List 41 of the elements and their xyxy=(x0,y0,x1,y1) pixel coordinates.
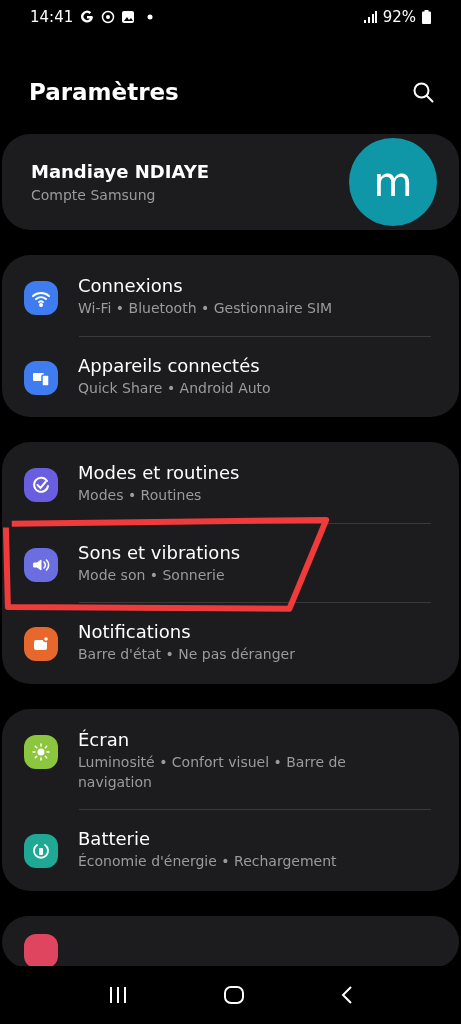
google-icon xyxy=(79,9,96,25)
recents-icon[interactable] xyxy=(107,986,128,1004)
check-circle-icon xyxy=(31,475,51,496)
search-icon[interactable] xyxy=(411,80,435,104)
item-subtitle: Wi-Fi • Bluetooth • Gestionnaire SIM xyxy=(78,299,334,318)
settings-item[interactable]: Connexions Wi-Fi • Bluetooth • Gestionnaire SIM xyxy=(2,257,459,336)
account-subtitle: Compte Samsung xyxy=(31,187,157,203)
sun-icon xyxy=(31,741,51,762)
item-subtitle: Barre d'état • Ne pas déranger xyxy=(78,645,296,665)
item-title: Notifications xyxy=(78,621,192,643)
settings-item[interactable]: Batterie Économie d'énergie • Rechargement xyxy=(2,810,459,889)
settings-item[interactable]: Appareils connectés Quick Share • Android Auto xyxy=(2,336,459,416)
item-title: Sons et vibrations xyxy=(78,541,242,563)
item-subtitle: Mode son • Sonnerie xyxy=(78,565,226,585)
page-title: Paramètres xyxy=(29,79,180,105)
item-subtitle: Modes • Routines xyxy=(78,486,203,506)
battery-icon xyxy=(422,10,431,24)
item-title: Modes et routines xyxy=(78,462,241,484)
app-icon[interactable] xyxy=(24,933,58,966)
item-subtitle: Économie d'énergie • Rechargement xyxy=(78,852,338,872)
item-title: Écran xyxy=(78,728,131,750)
back-icon[interactable] xyxy=(339,985,354,1005)
battery-percent: 92% xyxy=(382,8,416,26)
account-card[interactable]: Mandiaye NDIAYE Compte Samsung m xyxy=(2,134,459,230)
home-icon[interactable] xyxy=(222,985,245,1005)
settings-item[interactable]: Sons et vibrations Mode son • Sonnerie xyxy=(2,523,459,603)
item-title: Batterie xyxy=(78,828,152,850)
item-subtitle: Quick Share • Android Auto xyxy=(78,378,272,398)
settings-item[interactable]: Écran Luminosité • Confort visuel • Barre de navigation xyxy=(2,710,459,810)
dot-icon xyxy=(147,14,154,20)
target-icon xyxy=(101,10,116,24)
account-name: Mandiaye NDIAYE xyxy=(31,161,210,182)
item-title: Appareils connectés xyxy=(78,354,261,376)
settings-item[interactable]: Notifications Barre d'état • Ne pas déranger xyxy=(2,603,459,682)
item-subtitle: Luminosité • Confort visuel • Barre de navigation xyxy=(78,752,347,792)
image-icon xyxy=(121,10,136,24)
battery-care-icon xyxy=(31,841,51,862)
signal-icon xyxy=(362,11,377,23)
status-time: 14:41 xyxy=(30,8,74,26)
item-title: Connexions xyxy=(78,275,184,296)
settings-item[interactable]: Modes et routines Modes • Routines xyxy=(2,444,459,523)
